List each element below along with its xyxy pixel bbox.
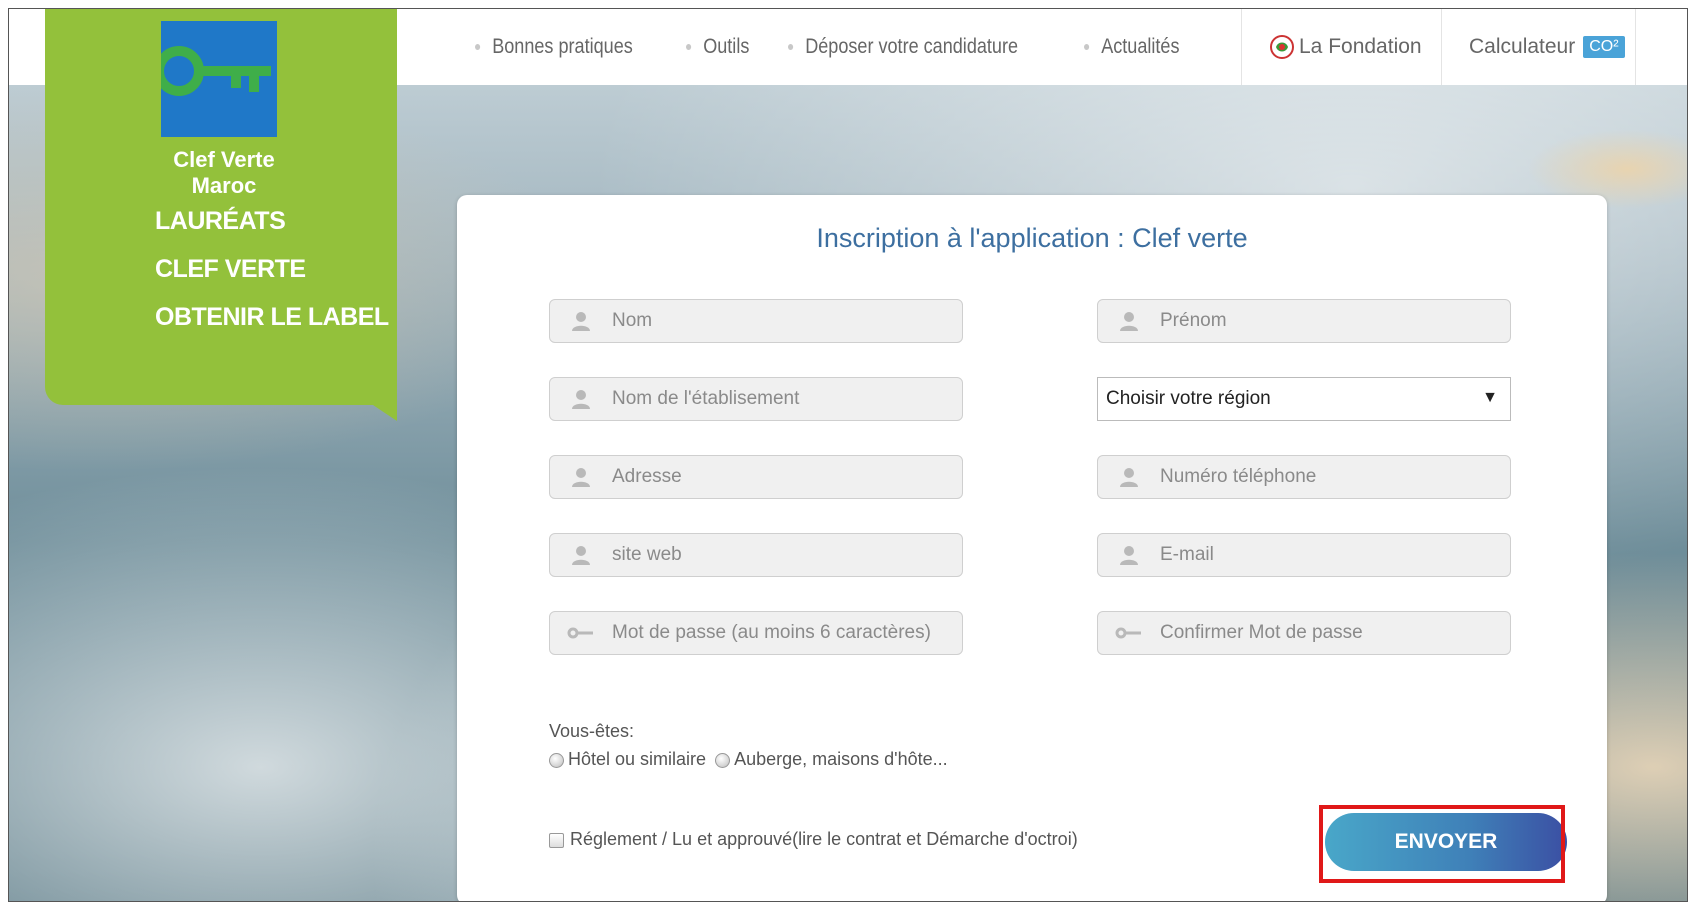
radio-auberge-label: Auberge, maisons d'hôte... (734, 749, 948, 769)
user-icon (550, 388, 612, 410)
nav-divider (1441, 9, 1442, 85)
bullet-icon (1083, 44, 1089, 50)
sidebar-tail (373, 405, 397, 421)
nav-item-actualites[interactable]: Actualités (1083, 35, 1180, 59)
email-field[interactable] (1097, 533, 1511, 577)
reglement-row: Réglement / Lu et approuvé(lire le contr… (549, 829, 1078, 850)
nav-item-deposer-candidature[interactable]: Déposer votre candidature (788, 35, 1018, 59)
form-title: Inscription à l'application : Clef verte (816, 223, 1248, 253)
nav-divider (1635, 9, 1636, 85)
brand-line-1: Clef Verte (173, 147, 275, 172)
sidebar: Clef Verte Maroc LAURÉATS CLEF VERTE OBT… (45, 9, 397, 405)
registration-panel: Inscription à l'application : Clef verte… (457, 195, 1607, 901)
prenom-input[interactable] (1160, 310, 1500, 332)
nom-input[interactable] (612, 310, 952, 332)
nav-divider (1241, 9, 1242, 85)
etablissement-input[interactable] (612, 388, 952, 410)
browser-viewport: Bonnes pratiques Outils Déposer votre ca… (8, 8, 1688, 902)
prenom-field[interactable] (1097, 299, 1511, 343)
site-web-input[interactable] (612, 544, 952, 566)
clef-verte-logo[interactable] (154, 21, 277, 137)
bullet-icon (475, 44, 481, 50)
nav-label: Déposer votre candidature (805, 35, 1019, 58)
sidebar-link-clef-verte[interactable]: CLEF VERTE (155, 255, 306, 284)
adresse-field[interactable] (549, 455, 963, 499)
nav-item-calculateur[interactable]: Calculateur CO² (1469, 9, 1625, 85)
etablishment-type-radios: Hôtel ou similaire Auberge, maisons d'hô… (549, 749, 948, 770)
brand-line-2: Maroc (191, 173, 257, 198)
nom-field[interactable] (549, 299, 963, 343)
fondation-label: La Fondation (1299, 35, 1422, 58)
nav-item-outils[interactable]: Outils (686, 35, 750, 59)
nav-menu: Bonnes pratiques Outils Déposer votre ca… (475, 9, 1223, 85)
radio-hotel-label: Hôtel ou similaire (568, 749, 707, 769)
key-icon (1098, 626, 1160, 640)
telephone-field[interactable] (1097, 455, 1511, 499)
user-icon (550, 466, 612, 488)
user-icon (550, 310, 612, 332)
radio-auberge[interactable] (715, 752, 731, 768)
nav-label: Outils (703, 35, 750, 58)
co2-badge: CO² (1583, 36, 1625, 58)
password-input[interactable] (612, 622, 952, 644)
highlight-box (1319, 805, 1565, 883)
nav-label: Actualités (1100, 35, 1180, 58)
nav-label: Bonnes pratiques (492, 35, 633, 58)
reglement-checkbox[interactable] (549, 832, 564, 848)
site-web-field[interactable] (549, 533, 963, 577)
user-icon (550, 544, 612, 566)
telephone-input[interactable] (1160, 466, 1500, 488)
key-icon (154, 46, 271, 96)
dropdown-arrow-icon: ▼ (1482, 389, 1498, 406)
bullet-icon (788, 44, 794, 50)
confirm-password-input[interactable] (1160, 622, 1500, 644)
user-icon (1098, 466, 1160, 488)
region-select-value: Choisir votre région (1106, 388, 1271, 409)
region-select[interactable]: Choisir votre région ▼ (1097, 377, 1511, 421)
password-field[interactable] (549, 611, 963, 655)
sidebar-link-obtenir-label[interactable]: OBTENIR LE LABEL (155, 303, 389, 332)
nav-item-la-fondation[interactable]: La Fondation (1269, 9, 1422, 85)
fondation-logo-icon (1269, 34, 1295, 60)
user-icon (1098, 310, 1160, 332)
key-icon (550, 626, 612, 640)
reglement-label[interactable]: Réglement / Lu et approuvé(lire le contr… (570, 829, 1078, 849)
radio-hotel[interactable] (549, 752, 564, 768)
sidebar-link-laureats[interactable]: LAURÉATS (155, 207, 286, 236)
confirm-password-field[interactable] (1097, 611, 1511, 655)
user-icon (1098, 544, 1160, 566)
email-input[interactable] (1160, 544, 1500, 566)
calculateur-label: Calculateur (1469, 35, 1576, 58)
nav-item-bonnes-pratiques[interactable]: Bonnes pratiques (475, 35, 633, 59)
adresse-input[interactable] (612, 466, 952, 488)
bullet-icon (686, 44, 692, 50)
brand-name: Clef Verte Maroc (149, 147, 299, 199)
vous-etes-label: Vous-êtes: (549, 721, 635, 741)
etablissement-field[interactable] (549, 377, 963, 421)
